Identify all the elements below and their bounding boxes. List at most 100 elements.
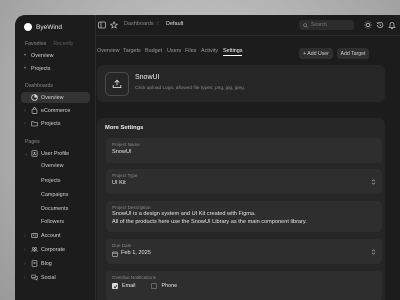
chevron-right-icon: › bbox=[24, 107, 26, 114]
chevron-right-icon: › bbox=[24, 260, 26, 267]
chevron-updown-icon bbox=[371, 249, 376, 255]
phone-option-label: Phone bbox=[161, 283, 178, 289]
overdue-notifications-field: Overdue Notifications Email Phone bbox=[106, 271, 382, 300]
breadcrumb-dashboards[interactable]: Dashboards bbox=[124, 21, 154, 27]
chevron-updown-icon bbox=[371, 179, 376, 185]
tab-users[interactable]: Users bbox=[167, 48, 181, 54]
add-target-button[interactable]: Add Target bbox=[337, 48, 369, 59]
bell-icon[interactable] bbox=[388, 21, 396, 29]
chevron-right-icon: › bbox=[24, 274, 26, 281]
project-description-textarea[interactable]: Project Description SnowUI is a design s… bbox=[106, 201, 382, 232]
upload-hint: Click upload Logo, allowed file types: p… bbox=[135, 86, 246, 91]
sidebar-item-label: Overview bbox=[31, 52, 54, 59]
folder-icon bbox=[31, 121, 38, 127]
search-input[interactable]: Search bbox=[299, 20, 354, 30]
more-settings-card: More Settings Project Name SnowUI Projec… bbox=[97, 118, 385, 300]
chevron-right-icon: › bbox=[24, 232, 26, 239]
chevron-down-icon: ⌄ bbox=[24, 150, 29, 157]
bullet-icon: • bbox=[24, 52, 27, 59]
tab-overview[interactable]: Overview bbox=[97, 48, 119, 54]
logo-upload-card: SnowUI Click upload Logo, allowed file t… bbox=[97, 65, 385, 102]
tab-budget[interactable]: Budget bbox=[145, 48, 162, 54]
history-icon[interactable] bbox=[376, 21, 384, 29]
sun-icon[interactable] bbox=[364, 21, 372, 29]
chevron-right-icon: › bbox=[24, 120, 26, 127]
sidebar-item-overview[interactable]: Overview bbox=[21, 92, 90, 103]
sidebar-item-account[interactable]: › Account bbox=[21, 230, 90, 241]
brand[interactable]: ByeWind bbox=[24, 23, 62, 31]
project-type-value: UI Kit bbox=[112, 180, 126, 186]
search-icon bbox=[303, 22, 308, 28]
sidebar-item-label: Overview bbox=[41, 94, 64, 101]
shopping-bag-icon bbox=[31, 107, 38, 114]
tab-targets[interactable]: Targets bbox=[123, 48, 141, 54]
sidebar-subitem-documents[interactable]: Documents bbox=[41, 206, 68, 212]
calendar-icon bbox=[112, 251, 118, 257]
tab-favorites[interactable]: Favorites bbox=[25, 41, 46, 47]
field-label: Due Date bbox=[112, 243, 132, 248]
star-icon[interactable] bbox=[110, 21, 118, 29]
phone-checkbox[interactable] bbox=[151, 283, 158, 289]
sidebar-item-user-profile[interactable]: ⌄ User Profile bbox=[21, 148, 90, 159]
chat-bubbles-icon bbox=[31, 274, 38, 281]
email-checkbox[interactable] bbox=[112, 283, 118, 289]
sidebar-subitem-campaigns[interactable]: Campaigns bbox=[41, 192, 68, 198]
field-label: Overdue Notifications bbox=[112, 275, 156, 280]
due-date-value: Feb 1, 2025 bbox=[121, 250, 151, 256]
upload-button[interactable] bbox=[105, 72, 129, 96]
sidebar-item-blog[interactable]: › Blog bbox=[21, 258, 90, 269]
sidebar-item-favorite-overview[interactable]: • Overview bbox=[21, 50, 90, 61]
field-label: Project Description bbox=[112, 205, 151, 210]
add-user-button[interactable]: + Add User bbox=[299, 48, 333, 59]
project-description-line-2: All of the products here use the SnowUI … bbox=[112, 218, 307, 225]
project-type-select[interactable]: Project Type UI Kit bbox=[106, 169, 382, 194]
sidebar-item-label: User Profile bbox=[41, 150, 70, 157]
sidebar-item-label: Blog bbox=[41, 260, 52, 267]
top-bar: Dashboards / Default Search bbox=[95, 15, 400, 36]
sidebar-item-label: Social bbox=[41, 274, 56, 281]
tab-files[interactable]: Files bbox=[185, 48, 196, 54]
sidebar-item-label: Projects bbox=[31, 65, 51, 72]
due-date-field[interactable]: Due Date Feb 1, 2025 bbox=[106, 239, 382, 264]
sidebar-item-corporate[interactable]: › Corporate bbox=[21, 244, 90, 255]
project-name-field[interactable]: Project Name SnowUI bbox=[106, 138, 382, 163]
breadcrumb-default[interactable]: Default bbox=[166, 21, 183, 27]
sidebar-item-label: Projects bbox=[41, 120, 61, 127]
chevron-right-icon: › bbox=[24, 246, 26, 253]
sidebar-subitem-projects[interactable]: Projects bbox=[41, 178, 60, 184]
tab-recently[interactable]: Recently bbox=[53, 41, 73, 47]
sidebar-item-projects[interactable]: › Projects bbox=[21, 118, 90, 129]
search-placeholder: Search bbox=[311, 22, 327, 28]
notebook-icon bbox=[31, 260, 38, 267]
account-card-icon bbox=[31, 233, 38, 238]
project-logo-title: SnowUI bbox=[135, 74, 160, 81]
project-description-line-1: SnowUI is a design system and UI Kit cre… bbox=[112, 211, 256, 217]
app-window: ByeWind Favorites Recently • Overview • P… bbox=[15, 15, 400, 300]
sidebar-toggle-icon[interactable] bbox=[98, 21, 106, 29]
avatar bbox=[24, 23, 32, 31]
sidebar-item-label: Corporate bbox=[41, 246, 65, 253]
email-option-label: Email bbox=[122, 283, 136, 289]
tab-settings[interactable]: Settings bbox=[223, 48, 243, 56]
section-title: More Settings bbox=[105, 125, 144, 131]
id-card-icon bbox=[31, 150, 38, 157]
upload-icon bbox=[112, 79, 122, 89]
bullet-icon: • bbox=[24, 65, 27, 72]
section-title-pages: Pages bbox=[25, 139, 40, 145]
sidebar-item-ecommerce[interactable]: › eCommerce bbox=[21, 105, 90, 116]
brand-name: ByeWind bbox=[36, 23, 63, 31]
sidebar-subitem-followers[interactable]: Followers bbox=[41, 219, 64, 225]
project-name-value: SnowUI bbox=[112, 149, 132, 155]
sidebar-item-social[interactable]: › Social bbox=[21, 272, 90, 283]
sidebar-item-label: Account bbox=[41, 232, 61, 239]
users-icon bbox=[31, 247, 38, 252]
sidebar-item-favorite-projects[interactable]: • Projects bbox=[21, 63, 90, 74]
sidebar-subitem-overview[interactable]: Overview bbox=[41, 163, 63, 169]
tab-activity[interactable]: Activity bbox=[201, 48, 218, 54]
sidebar-item-label: eCommerce bbox=[41, 107, 71, 114]
pie-chart-icon bbox=[31, 94, 38, 101]
field-label: Project Name bbox=[112, 142, 140, 147]
sidebar-favorites-tabs: Favorites Recently bbox=[25, 41, 74, 47]
field-label: Project Type bbox=[112, 173, 138, 178]
breadcrumb-separator: / bbox=[157, 21, 159, 27]
